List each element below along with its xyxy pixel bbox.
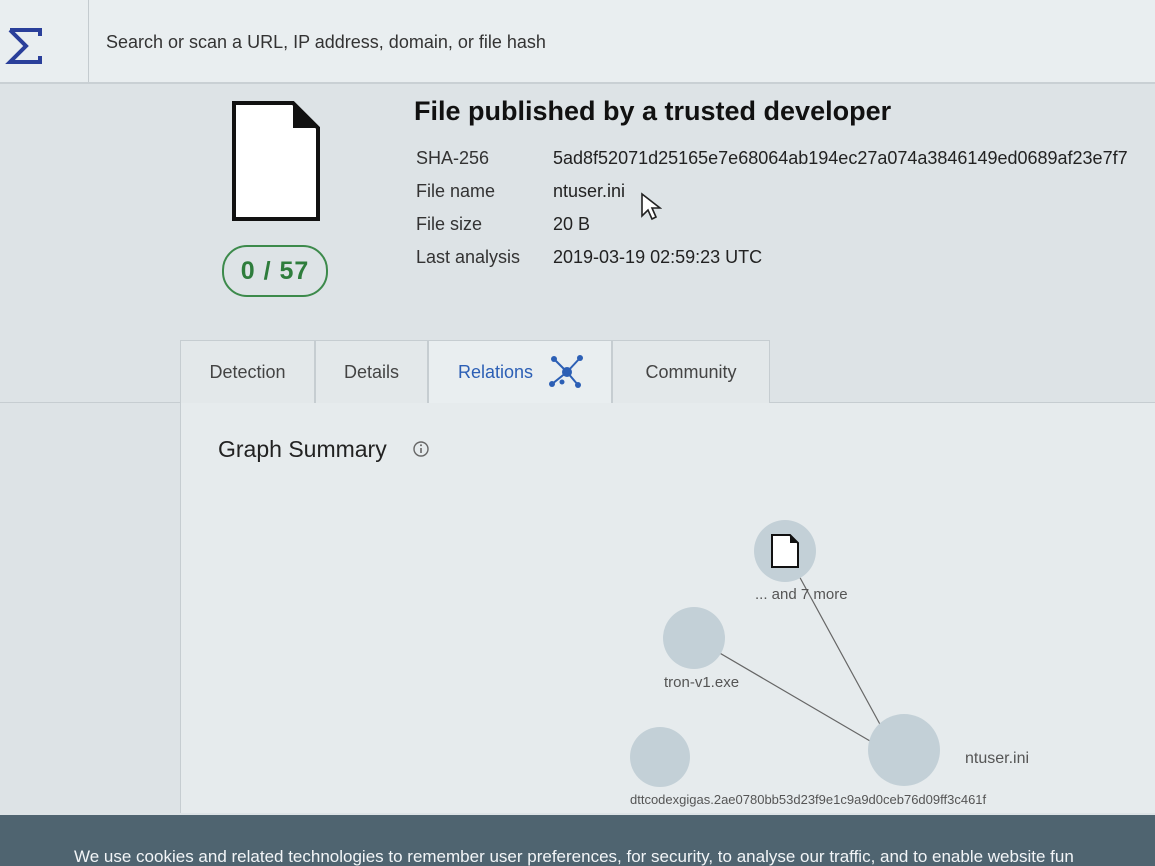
node-file-icon [771,534,799,568]
sigma-logo-icon [5,28,42,64]
mouse-cursor-icon [641,192,662,221]
info-icon[interactable] [412,440,430,458]
file-icon [232,101,320,221]
relations-graph [630,520,940,787]
node-label-more: ... and 7 more [755,586,848,603]
page-title: File published by a trusted developer [414,96,892,126]
tab-community[interactable]: Community [612,340,770,403]
node-label-tron: tron-v1.exe [664,674,740,691]
cookie-banner-text: We use cookies and related technologies … [74,847,1074,866]
sha256-value: 5ad8f52071d25165e7e68064ab194ec27a074a38… [553,148,1128,168]
file-size-value: 20 B [553,214,591,234]
node-label-ntuser: ntuser.ini [965,750,1030,767]
file-name-label: File name [416,181,496,201]
sha256-label: SHA-256 [416,148,490,168]
last-analysis-label: Last analysis [416,247,521,267]
last-analysis-value: 2019-03-19 02:59:23 UTC [553,247,763,267]
tab-relations[interactable]: Relations [428,340,612,403]
top-bar: Search or scan a URL, IP address, domain… [0,0,1155,84]
graph-node-tron[interactable] [663,607,725,669]
graph-node-ntuser[interactable] [868,714,940,786]
search-input[interactable]: Search or scan a URL, IP address, domain… [106,29,1106,55]
graph-summary-title: Graph Summary [218,436,387,462]
relations-graph-icon [549,355,583,388]
logo[interactable] [0,0,89,82]
file-name-value: ntuser.ini [553,181,626,201]
cookie-banner: We use cookies and related technologies … [0,815,1155,866]
tab-detection[interactable]: Detection [180,340,315,403]
node-label-dttcodex: dttcodexgigas.2ae0780bb53d23f9e1c9a9d0ce… [630,792,987,807]
edge-tron-ntuser [693,637,883,749]
edge-more-ntuser [785,551,883,729]
file-size-label: File size [416,214,483,234]
tab-details[interactable]: Details [315,340,428,403]
detection-score-badge: 0 / 57 [222,245,328,297]
graph-node-dttcodex[interactable] [630,727,690,787]
